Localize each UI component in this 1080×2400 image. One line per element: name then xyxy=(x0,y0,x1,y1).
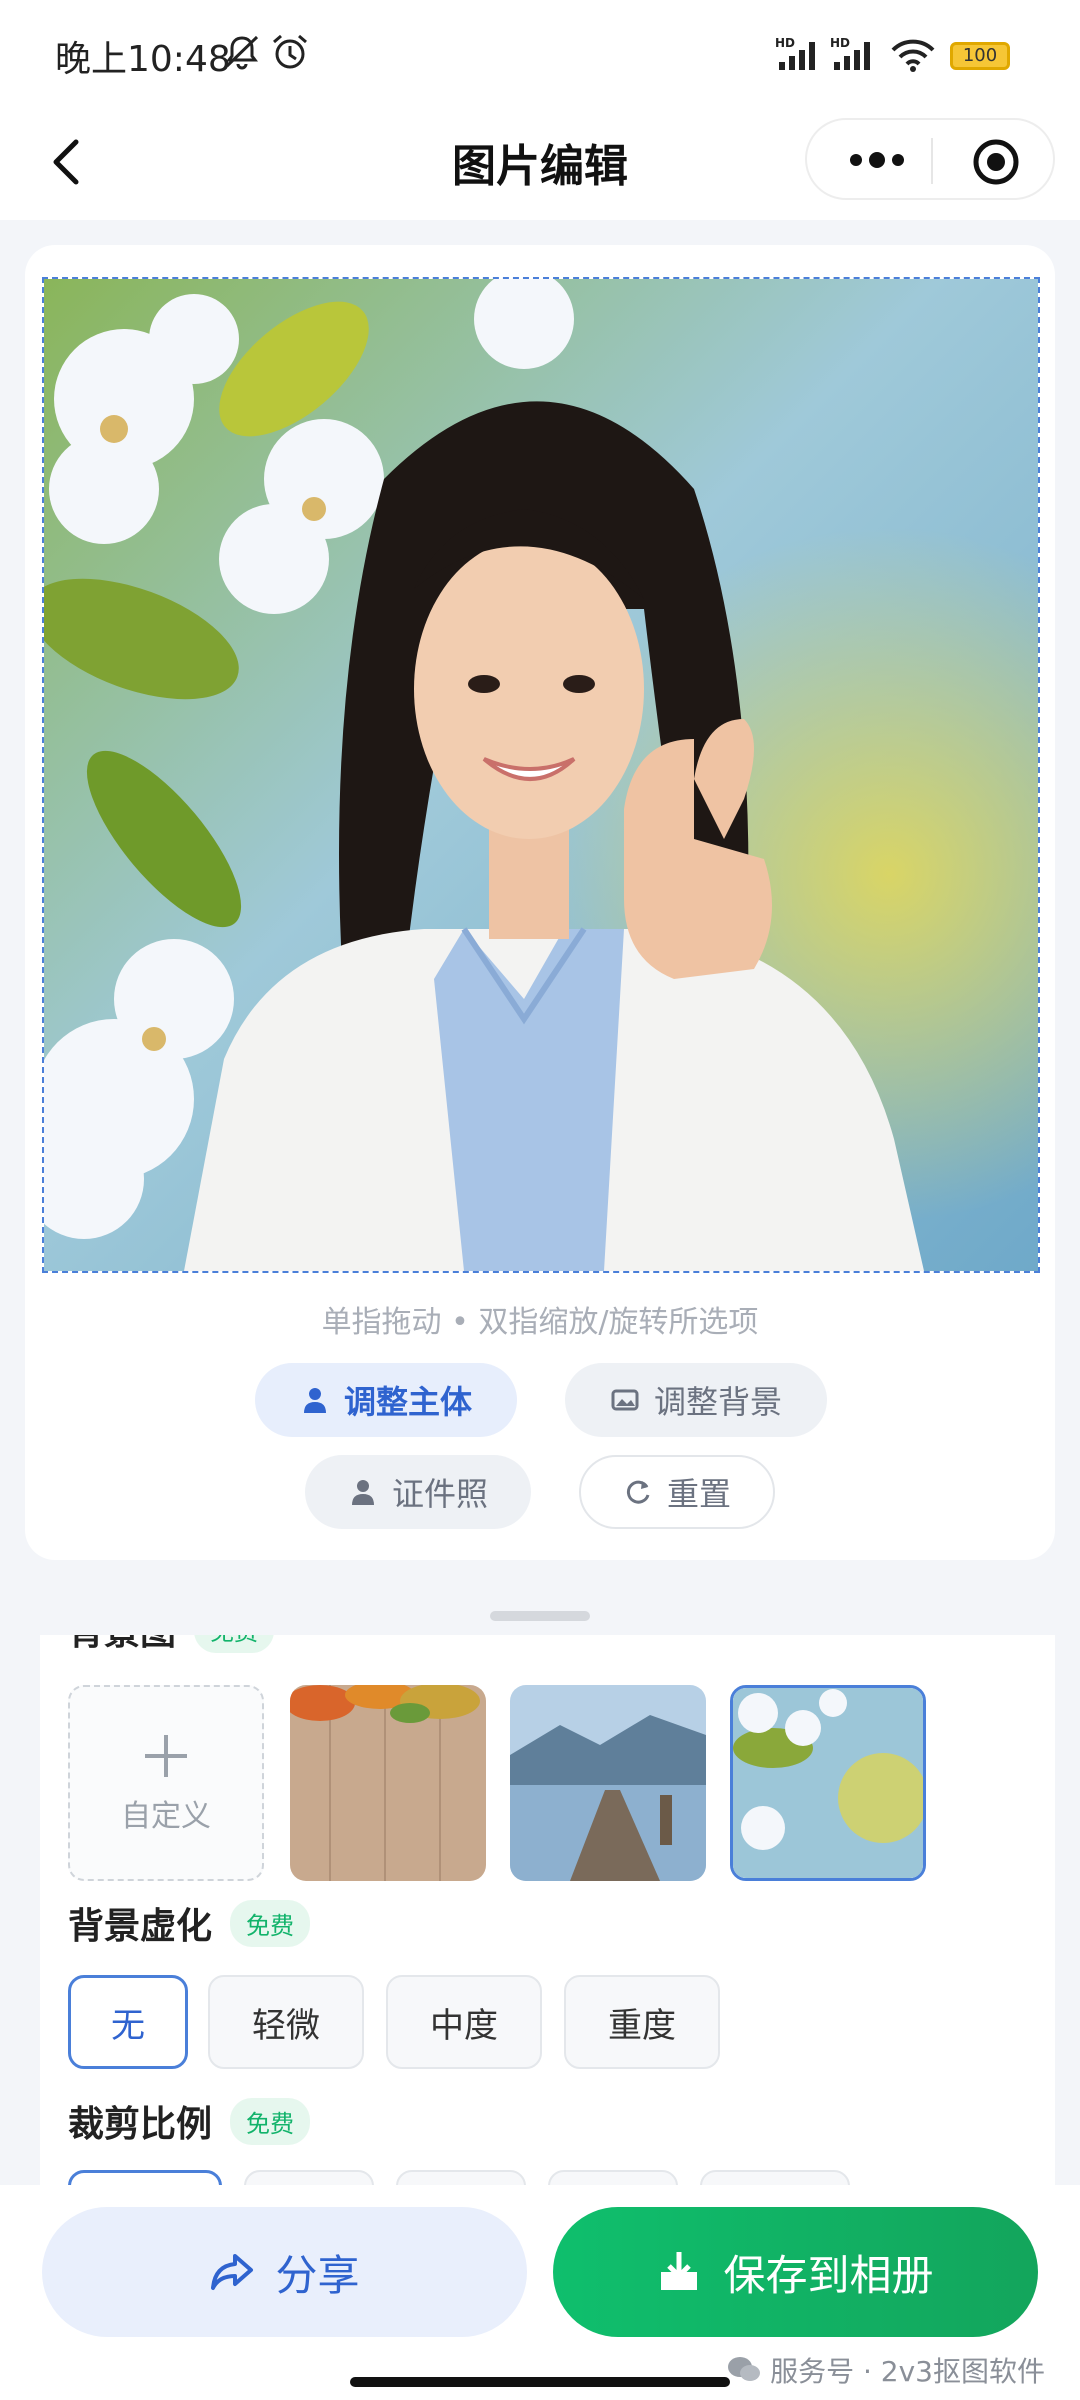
close-target-icon[interactable] xyxy=(972,138,1020,186)
blur-section-title: 背景虚化 免费 xyxy=(68,1897,311,1949)
background-section-title: 背景图 免费 xyxy=(68,1635,275,1655)
portrait-photo xyxy=(44,279,1038,1271)
share-label: 分享 xyxy=(275,2250,360,2300)
adjust-background-button[interactable]: 调整背景 xyxy=(565,1363,827,1437)
watermark-text: 服务号 · 2v3抠图软件 xyxy=(770,2355,1045,2388)
crop-section-title: 裁剪比例 免费 xyxy=(68,2095,311,2147)
blur-title-text: 背景虚化 xyxy=(68,1906,213,1947)
blur-option-none[interactable]: 无 xyxy=(68,1975,188,2069)
save-label: 保存到相册 xyxy=(723,2250,934,2300)
share-button[interactable]: 分享 xyxy=(42,2207,527,2337)
mute-bell-icon xyxy=(225,35,259,70)
gesture-hint: 单指拖动 • 双指缩放/旋转所选项 xyxy=(321,1305,759,1340)
cell-signal-icon: HD xyxy=(830,36,870,70)
cell-signal-icon: HD xyxy=(775,36,815,70)
crop-option[interactable] xyxy=(244,2170,374,2185)
person-icon xyxy=(303,1388,326,1413)
reset-button[interactable]: 重置 xyxy=(579,1455,775,1529)
crop-option[interactable] xyxy=(548,2170,678,2185)
free-badge: 免费 xyxy=(194,1635,275,1653)
blur-option-light[interactable]: 轻微 xyxy=(208,1975,364,2069)
bottom-action-bar: 分享 保存到相册 服务号 · 2v3抠图软件 xyxy=(0,2185,1080,2400)
settings-panel: 背景图 免费 自定义 背景虚化 免费 无 xyxy=(40,1635,1055,2185)
background-thumb-wood[interactable] xyxy=(290,1685,486,1881)
blossom-image xyxy=(733,1688,923,1878)
download-icon xyxy=(661,2252,698,2290)
background-title-text: 背景图 xyxy=(68,1635,176,1655)
id-photo-label: 证件照 xyxy=(391,1475,488,1513)
blur-option-heavy[interactable]: 重度 xyxy=(564,1975,720,2069)
background-thumb-blossom[interactable] xyxy=(730,1685,926,1881)
wifi-icon xyxy=(891,39,935,72)
nav-bar: 图片编辑 xyxy=(0,110,1080,220)
image-icon xyxy=(611,1389,639,1411)
watermark: 服务号 · 2v3抠图软件 xyxy=(726,2350,1045,2390)
more-icon[interactable] xyxy=(842,142,912,178)
id-photo-button[interactable]: 证件照 xyxy=(305,1455,531,1529)
custom-background-button[interactable]: 自定义 xyxy=(68,1685,264,1881)
mini-program-capsule xyxy=(805,118,1055,200)
adjust-subject-button[interactable]: 调整主体 xyxy=(255,1363,517,1437)
panel-drag-handle[interactable] xyxy=(490,1611,590,1621)
blur-option-medium[interactable]: 中度 xyxy=(386,1975,542,2069)
wood-autumn-image xyxy=(290,1685,486,1881)
free-badge: 免费 xyxy=(230,1899,311,1947)
free-badge: 免费 xyxy=(230,2097,311,2145)
crop-option[interactable] xyxy=(68,2170,222,2185)
save-to-album-button[interactable]: 保存到相册 xyxy=(553,2207,1038,2337)
crop-option[interactable] xyxy=(396,2170,526,2185)
custom-label: 自定义 xyxy=(121,1799,211,1834)
adjust-subject-label: 调整主体 xyxy=(343,1383,472,1421)
signal-label: HD xyxy=(775,36,795,50)
clock: 晚上10:48 xyxy=(55,39,231,80)
status-bar: 晚上10:48 HD HD 100 xyxy=(0,0,1080,110)
background-thumb-lake[interactable] xyxy=(510,1685,706,1881)
crop-title-text: 裁剪比例 xyxy=(68,2104,213,2145)
crop-option[interactable] xyxy=(700,2170,850,2185)
editor-card: 单指拖动 • 双指缩放/旋转所选项 调整主体 调整背景 证件照 重置 xyxy=(25,245,1055,1560)
share-arrow-icon xyxy=(211,2254,254,2290)
editing-canvas[interactable] xyxy=(42,277,1040,1273)
person-icon xyxy=(351,1480,374,1505)
signal-label: HD xyxy=(830,36,850,50)
refresh-icon xyxy=(626,1480,650,1504)
wechat-icon xyxy=(728,2357,761,2381)
lake-pier-image xyxy=(510,1685,706,1881)
reset-label: 重置 xyxy=(666,1475,731,1513)
home-indicator[interactable] xyxy=(350,2377,730,2387)
plus-icon xyxy=(145,1735,187,1777)
alarm-icon xyxy=(273,34,307,69)
capsule-divider xyxy=(931,138,933,184)
adjust-background-label: 调整背景 xyxy=(653,1383,782,1421)
battery-icon: 100 xyxy=(950,42,1010,70)
